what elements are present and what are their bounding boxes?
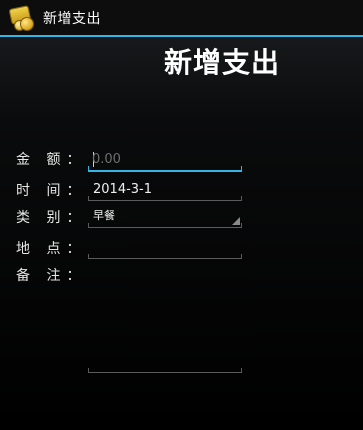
action-bar-divider <box>0 35 363 37</box>
category-selected-value: 早餐 <box>93 209 115 222</box>
location-field[interactable] <box>88 234 242 259</box>
amount-label: 金 额： <box>16 152 87 168</box>
category-label: 类 别： <box>16 210 87 226</box>
dropdown-corner-icon <box>232 217 240 225</box>
page-title: 新增支出 <box>164 46 281 79</box>
category-spinner[interactable]: 早餐 <box>88 203 242 228</box>
notes-field[interactable] <box>88 262 242 373</box>
amount-field[interactable] <box>88 146 242 172</box>
notes-label: 备 注： <box>16 268 87 284</box>
time-value: 2014-3-1 <box>93 182 153 197</box>
location-label: 地 点： <box>16 241 87 257</box>
money-app-icon <box>9 5 35 31</box>
app-title: 新增支出 <box>43 10 101 27</box>
action-bar: 新增支出 <box>0 0 363 35</box>
amount-input[interactable] <box>92 152 232 167</box>
time-label: 时 间： <box>16 183 87 199</box>
time-field[interactable]: 2014-3-1 <box>88 176 242 201</box>
